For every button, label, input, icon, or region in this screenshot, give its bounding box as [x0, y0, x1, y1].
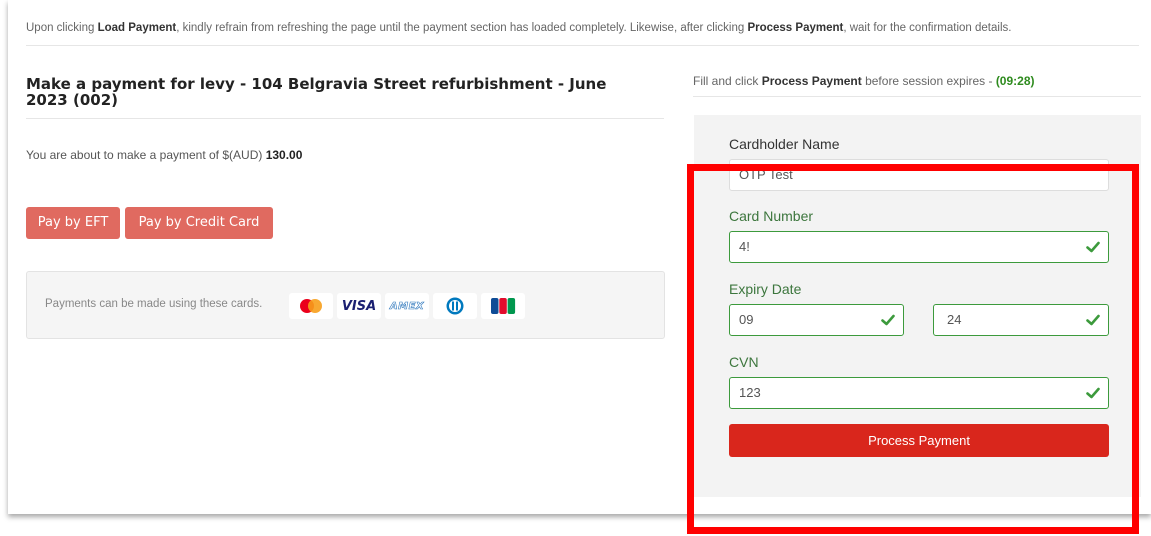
divider	[26, 45, 1139, 46]
visa-icon: VISA	[337, 293, 381, 319]
highlight-box	[687, 164, 1139, 534]
pay-by-credit-card-button[interactable]: Pay by Credit Card	[125, 207, 273, 239]
payment-amount-text: You are about to make a payment of $(AUD…	[26, 148, 303, 162]
accepted-cards-text: Payments can be made using these cards.	[45, 298, 263, 310]
divider	[693, 96, 1141, 97]
form-instructions: Fill and click Process Payment before se…	[693, 74, 1035, 88]
session-timer: (09:28)	[995, 74, 1035, 88]
jcb-icon	[481, 293, 525, 319]
diners-icon	[433, 293, 477, 319]
payment-amount: 130.00	[265, 148, 303, 162]
mastercard-icon	[289, 293, 333, 319]
cardholder-name-label: Cardholder Name	[729, 136, 840, 152]
amex-icon: AMEX	[385, 293, 429, 319]
pay-by-eft-button[interactable]: Pay by EFT	[26, 207, 120, 239]
divider	[26, 118, 664, 119]
payment-notice: Upon clicking Load Payment, kindly refra…	[26, 22, 1012, 34]
accepted-cards-box: Payments can be made using these cards. …	[26, 271, 665, 339]
page-title: Make a payment for levy - 104 Belgravia …	[26, 75, 607, 109]
